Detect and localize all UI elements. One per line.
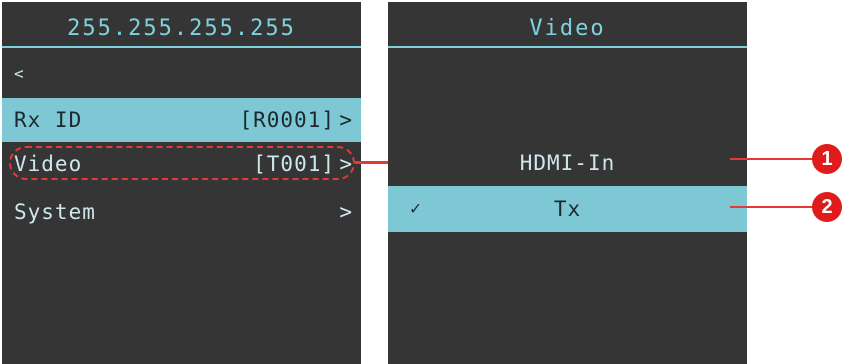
option-label: HDMI-In	[519, 151, 616, 175]
video-header: Video	[388, 2, 747, 48]
menu-item-rx-id[interactable]: Rx ID [R0001] >	[2, 98, 361, 142]
menu-item-value: [R0001]	[239, 108, 335, 132]
option-label: Tx	[553, 197, 582, 221]
check-icon: ✓	[410, 198, 422, 219]
back-button[interactable]: <	[14, 64, 24, 83]
chevron-right-icon: >	[339, 200, 353, 224]
option-tx[interactable]: ✓ Tx	[388, 186, 747, 232]
menu-item-label: System	[14, 200, 96, 224]
chevron-right-icon: >	[339, 108, 353, 132]
callout-badge-1: 1	[812, 144, 842, 174]
menu-item-system[interactable]: System >	[2, 190, 361, 234]
callout-line-1	[730, 158, 814, 160]
right-osd-screen: Video HDMI-In ✓ Tx	[388, 2, 747, 364]
menu-item-label: Rx ID	[14, 108, 83, 132]
video-highlight-outline	[9, 146, 355, 180]
callout-badge-2: 2	[812, 192, 842, 222]
left-osd-screen: 255.255.255.255 < Rx ID [R0001] > Video …	[2, 2, 361, 364]
callout-line-2	[730, 206, 814, 208]
option-hdmi-in[interactable]: HDMI-In	[388, 140, 747, 186]
ip-address-header: 255.255.255.255	[2, 2, 361, 48]
